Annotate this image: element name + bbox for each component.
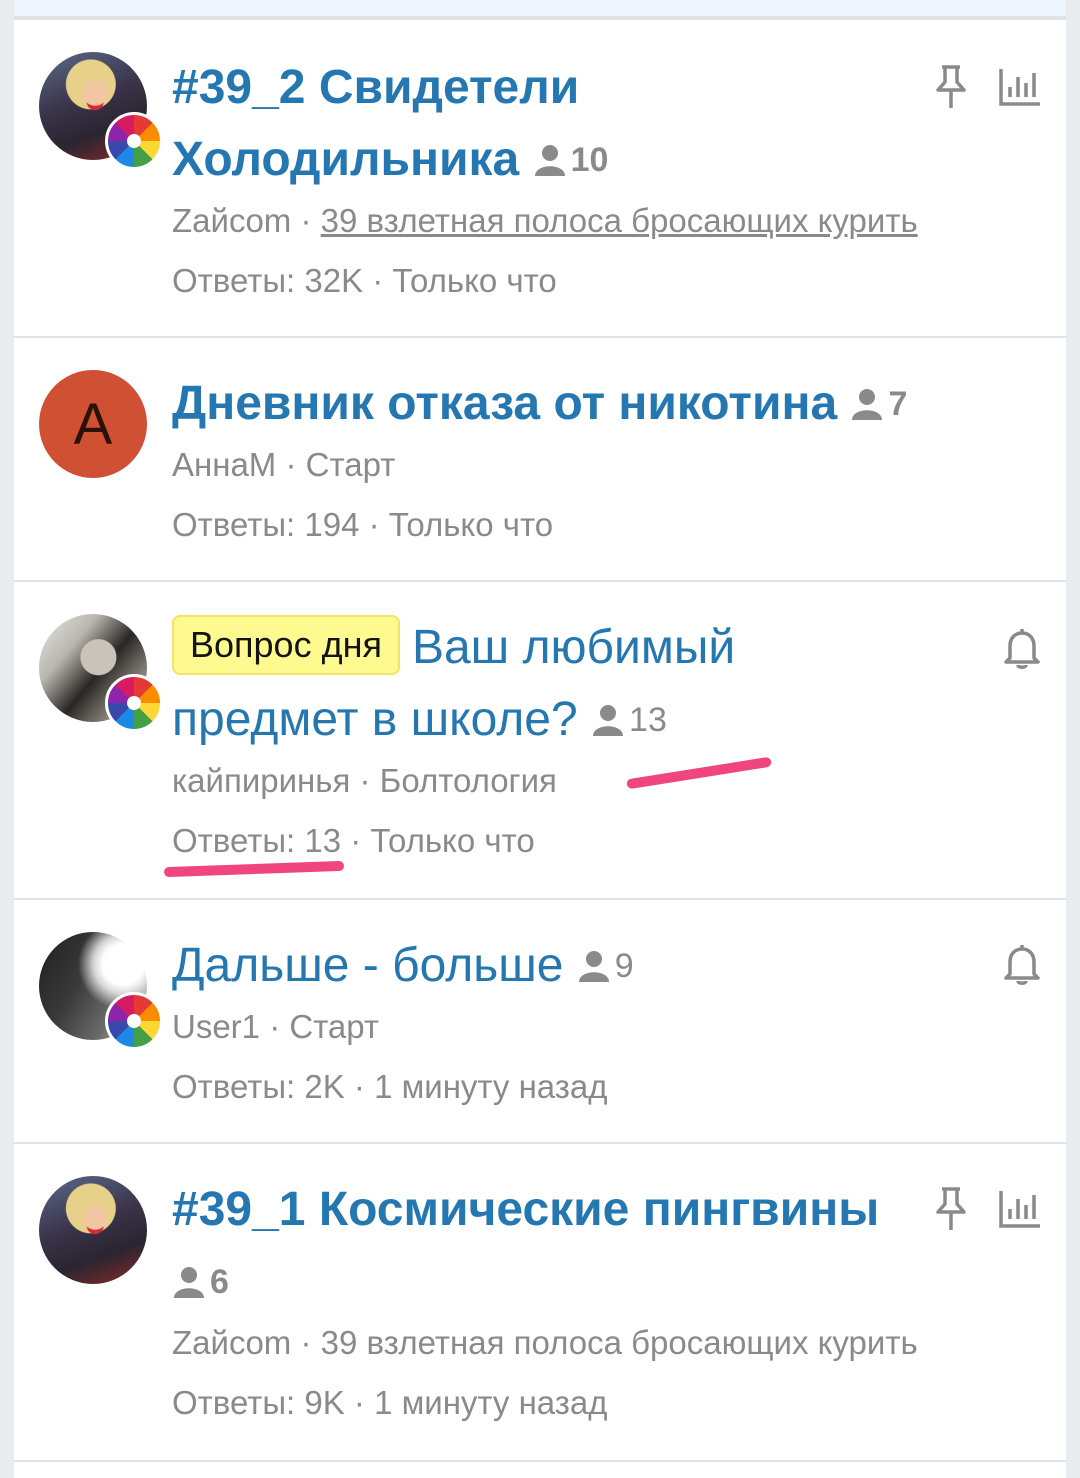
thread-title[interactable]: Дневник отказа от никотина 7: [172, 368, 1032, 440]
thread-title[interactable]: #39_1 Космические пингвины 6: [172, 1174, 932, 1318]
thread-item[interactable]: Дальше - больше 9 User1 · Старт Ответы: …: [14, 898, 1066, 1142]
replies-count: Ответы: 9K: [172, 1384, 345, 1421]
annotation-underline: [163, 860, 345, 878]
thread-meta: АннаМ · Старт: [172, 446, 395, 484]
author-link[interactable]: АннаМ: [172, 446, 276, 483]
author-link[interactable]: кайпиринья: [172, 762, 350, 799]
replies-count: Ответы: 13: [172, 822, 342, 859]
avatar[interactable]: [39, 932, 163, 1050]
bell-icon[interactable]: [1002, 626, 1042, 670]
participants-count: 9: [577, 930, 634, 1002]
avatar[interactable]: [39, 1176, 147, 1284]
person-icon: [534, 145, 565, 176]
forum-link[interactable]: Болтология: [380, 762, 557, 799]
author-link[interactable]: Zaйcom: [172, 1324, 291, 1361]
separator: ·: [350, 762, 380, 799]
thread-title[interactable]: Вопрос дня Ваш любимый предмет в школе? 1…: [172, 612, 932, 756]
thread-stats: Ответы: 9K · 1 минуту назад: [172, 1384, 608, 1422]
thread-meta: User1 · Старт: [172, 1008, 379, 1046]
separator: ·: [359, 506, 389, 543]
forum-link[interactable]: Старт: [289, 1008, 379, 1045]
last-post-time[interactable]: 1 минуту назад: [374, 1068, 607, 1105]
participants-count: 7: [850, 368, 907, 440]
thread-title[interactable]: Дальше - больше 9: [172, 930, 932, 1002]
replies-count: Ответы: 194: [172, 506, 360, 543]
separator: ·: [341, 822, 371, 859]
pin-icon: [936, 1187, 966, 1230]
group-badge-icon: [105, 992, 163, 1050]
avatar-letter: A: [39, 370, 147, 478]
separator: ·: [363, 262, 393, 299]
last-post-time[interactable]: Только что: [392, 262, 556, 299]
thread-item[interactable]: A Дневник отказа от никотина 7 АннаМ · С…: [14, 336, 1066, 580]
person-icon: [593, 705, 624, 736]
bell-icon[interactable]: [1002, 942, 1042, 986]
participants-count: 6: [172, 1246, 229, 1318]
avatar[interactable]: [39, 52, 163, 170]
person-icon: [578, 951, 609, 982]
forum-link[interactable]: Старт: [306, 446, 396, 483]
question-of-day-tag[interactable]: Вопрос дня: [172, 615, 400, 675]
next-item-edge: [14, 1460, 1066, 1478]
thread-title[interactable]: #39_2 Свидетели Холодильника 10: [172, 52, 932, 196]
separator: ·: [344, 1384, 375, 1421]
separator: ·: [291, 202, 321, 239]
poll-icon: [999, 69, 1040, 106]
avatar[interactable]: A: [39, 370, 147, 478]
group-badge-icon: [105, 674, 163, 732]
pin-icon: [936, 65, 966, 108]
group-badge-icon: [105, 112, 163, 170]
thread-meta: кайпиринья · Болтология: [172, 762, 557, 800]
thread-item[interactable]: #39_2 Свидетели Холодильника 10 Zaйcom ·…: [14, 18, 1066, 336]
previous-item-edge: [14, 0, 1066, 18]
participants-count: 10: [533, 124, 608, 196]
person-icon: [174, 1267, 204, 1298]
separator: ·: [344, 1068, 375, 1105]
last-post-time[interactable]: Только что: [389, 506, 553, 543]
forum-link[interactable]: 39 взлетная полоса бросающих курить: [321, 1324, 918, 1361]
author-link[interactable]: User1: [172, 1008, 260, 1045]
separator: ·: [276, 446, 306, 483]
avatar-photo: [39, 1176, 147, 1284]
forum-link[interactable]: 39 взлетная полоса бросающих курить: [321, 202, 918, 239]
replies-count: Ответы: 32K: [172, 262, 364, 299]
participants-count: 13: [591, 684, 667, 756]
thread-stats: Ответы: 2K · 1 минуту назад: [172, 1068, 608, 1106]
thread-meta: Zaйcom · 39 взлетная полоса бросающих ку…: [172, 1324, 918, 1362]
person-icon: [852, 389, 883, 420]
annotation-underline: [626, 756, 772, 790]
last-post-time[interactable]: Только что: [370, 822, 534, 859]
replies-count: Ответы: 2K: [172, 1068, 345, 1105]
thread-item[interactable]: #39_1 Космические пингвины 6 Zaйcom · 39…: [14, 1142, 1066, 1460]
separator: ·: [291, 1324, 321, 1361]
thread-meta: Zaйcom · 39 взлетная полоса бросающих ку…: [172, 202, 918, 240]
thread-stats: Ответы: 194 · Только что: [172, 506, 553, 544]
poll-icon: [999, 1191, 1040, 1228]
thread-stats: Ответы: 32K · Только что: [172, 262, 557, 300]
thread-item[interactable]: Вопрос дня Ваш любимый предмет в школе? 1…: [14, 580, 1066, 898]
avatar[interactable]: [39, 614, 163, 732]
last-post-time[interactable]: 1 минуту назад: [374, 1384, 607, 1421]
separator: ·: [260, 1008, 290, 1045]
thread-stats: Ответы: 13 · Только что: [172, 822, 535, 860]
author-link[interactable]: Zaйcom: [172, 202, 291, 239]
